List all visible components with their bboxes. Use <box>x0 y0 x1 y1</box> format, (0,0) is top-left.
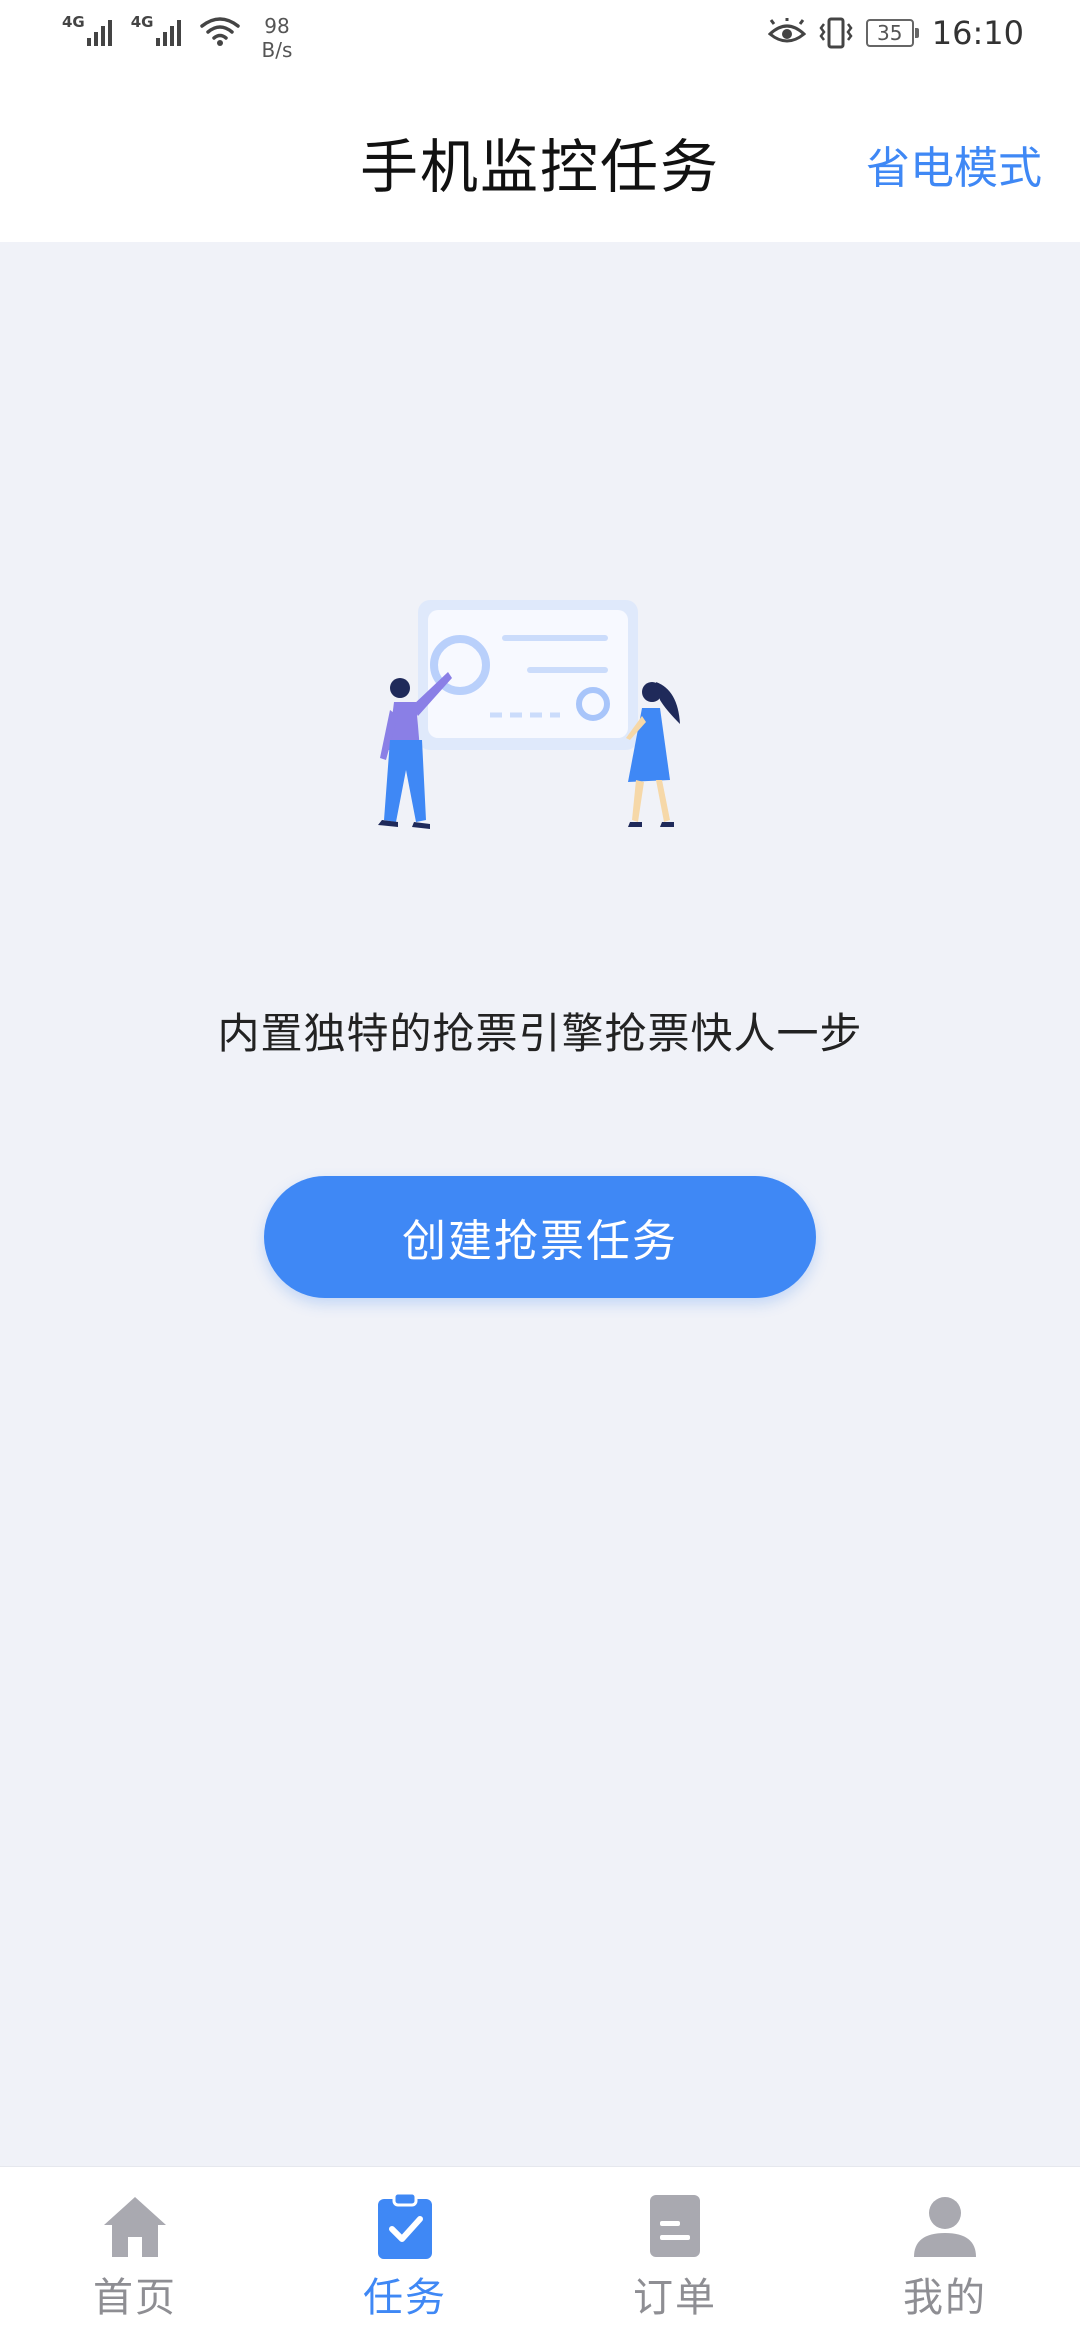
battery-indicator: 35 <box>865 19 919 47</box>
vibrate-icon <box>819 17 853 49</box>
signal-icon <box>86 20 112 46</box>
empty-state-illustration <box>378 600 680 829</box>
nav-label-home: 首页 <box>93 2275 177 2321</box>
power-save-mode-button[interactable]: 省电模式 <box>866 132 1042 196</box>
home-icon <box>100 2191 170 2261</box>
status-right: 35 16:10 <box>767 14 1024 52</box>
nav-item-tasks[interactable]: 任务 <box>270 2167 540 2340</box>
create-ticket-task-button[interactable]: 创建抢票任务 <box>264 1176 816 1298</box>
task-clipboard-icon <box>370 2191 440 2261</box>
profile-person-icon <box>910 2191 980 2261</box>
status-bar: 4G 4G 98 B/s 35 16:10 <box>0 0 1080 76</box>
nav-item-orders[interactable]: 订单 <box>540 2167 810 2340</box>
bottom-nav: 首页 任务 订单 我的 <box>0 2166 1080 2340</box>
battery-level: 35 <box>877 21 903 45</box>
header: 手机监控任务 省电模式 <box>0 76 1080 242</box>
network-speed-value: 98 <box>264 14 290 38</box>
eye-comfort-icon <box>767 18 806 43</box>
network-type-label: 4G <box>62 13 85 31</box>
nav-item-profile[interactable]: 我的 <box>810 2167 1080 2340</box>
nav-label-orders: 订单 <box>633 2275 717 2321</box>
nav-label-tasks: 任务 <box>363 2275 447 2321</box>
network-speed: 98 B/s <box>262 14 293 62</box>
status-left: 4G 4G 98 B/s <box>62 14 292 62</box>
nav-label-profile: 我的 <box>903 2275 987 2321</box>
status-time: 16:10 <box>931 14 1024 52</box>
network-speed-unit: B/s <box>261 38 293 62</box>
screen: 4G 4G 98 B/s 35 16:10 手机监控任务 省电模式 内置独特的抢… <box>0 0 1080 2340</box>
network-type-label: 4G <box>130 13 154 31</box>
wifi-icon <box>199 17 240 46</box>
signal-icon <box>155 20 181 46</box>
empty-state-tagline: 内置独特的抢票引擎抢票快人一步 <box>217 1009 863 1058</box>
order-document-icon <box>640 2191 710 2261</box>
nav-item-home[interactable]: 首页 <box>0 2167 270 2340</box>
signal-1: 4G <box>62 14 117 48</box>
signal-2: 4G <box>131 14 186 48</box>
